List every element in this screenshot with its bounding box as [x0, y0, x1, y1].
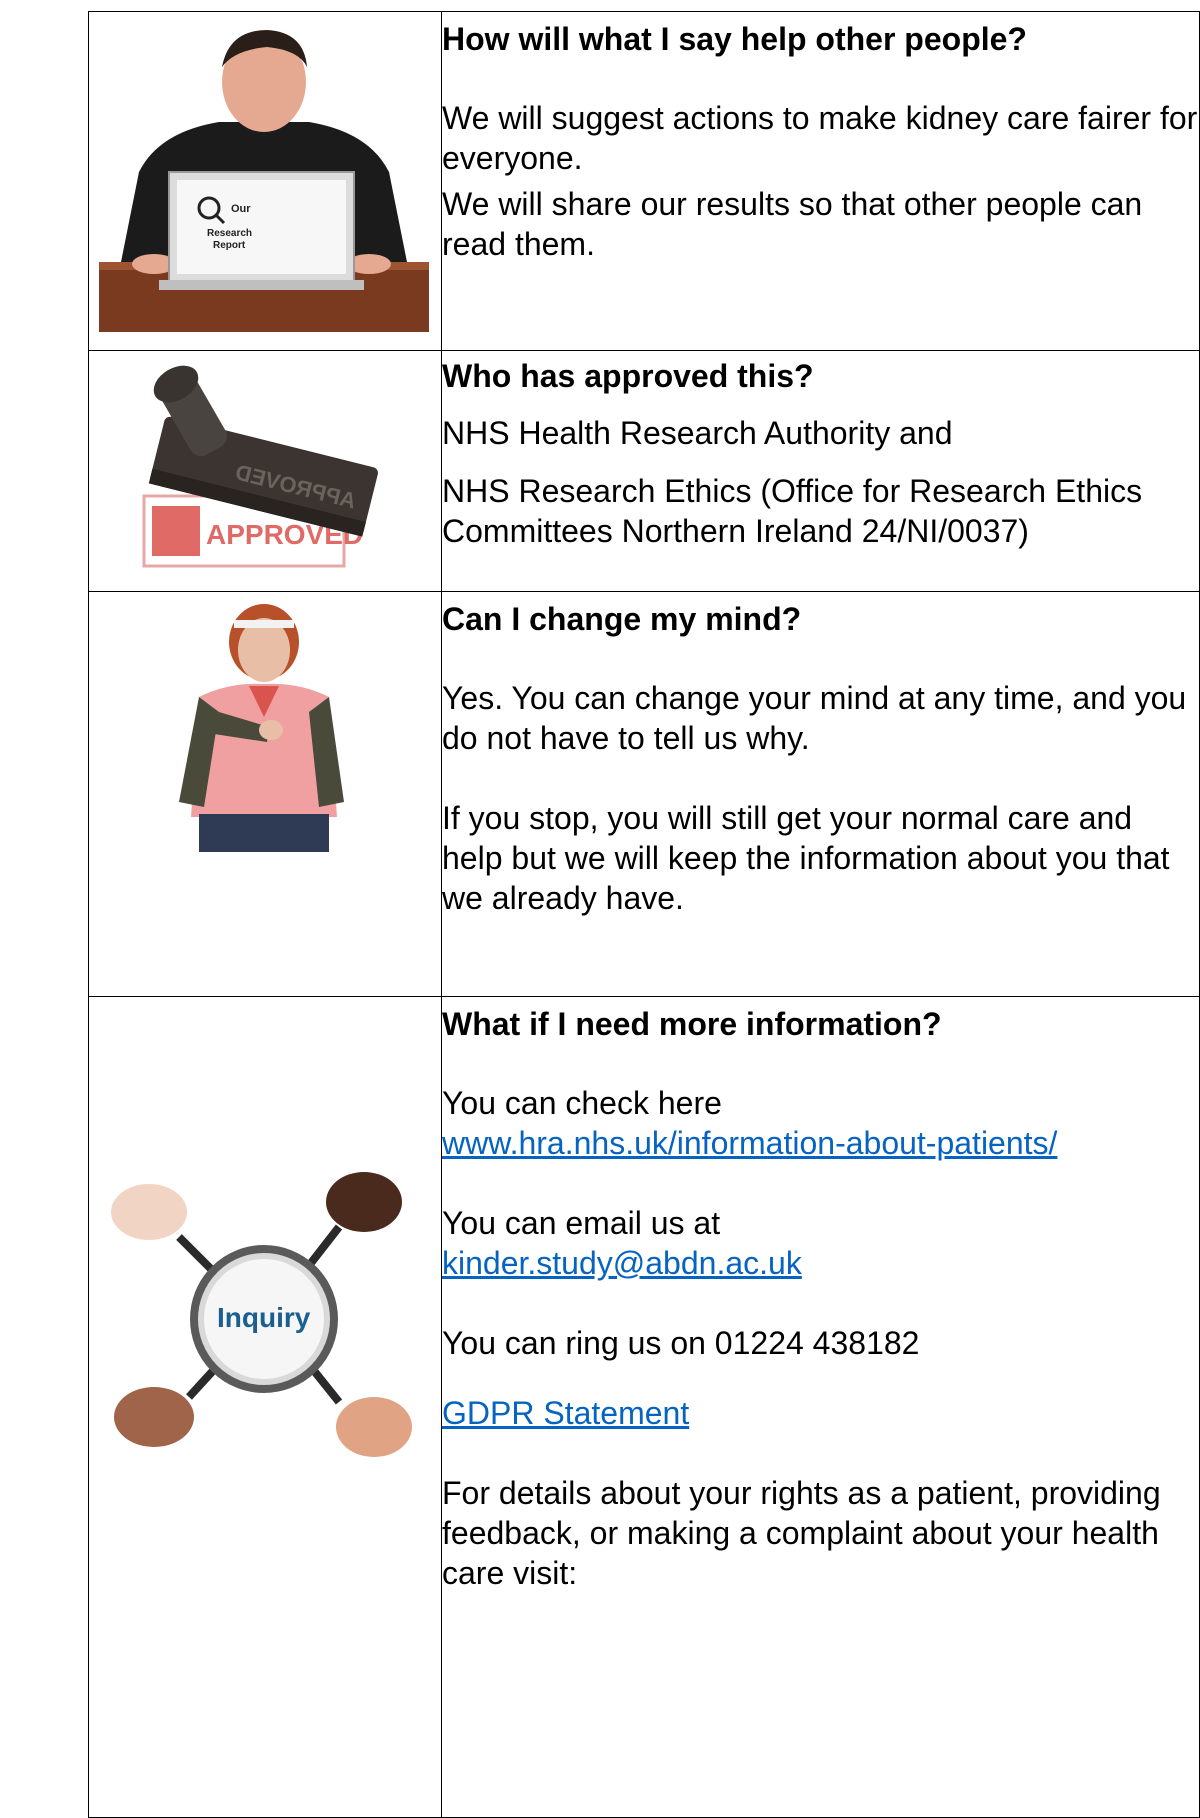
check-link-paragraph: www.hra.nhs.uk/information-about-patient… — [442, 1123, 1199, 1163]
paragraph: We will suggest actions to make kidney c… — [442, 100, 1198, 176]
table-row: Can I change my mind? Yes. You can chang… — [88, 591, 1200, 997]
text-cell: Can I change my mind? Yes. You can chang… — [441, 591, 1200, 997]
image-cell: Inquiry — [88, 996, 442, 1818]
table-row: Our Research Report How will what I say … — [88, 11, 1200, 351]
text-cell: How will what I say help other people? W… — [441, 11, 1200, 351]
paragraph: NHS Research Ethics (Office for Research… — [442, 473, 1143, 549]
laptop-line3-text: Report — [213, 240, 246, 251]
section-heading: How will what I say help other people? — [442, 21, 1027, 57]
check-text: You can check here — [442, 1085, 722, 1121]
email-link-paragraph: kinder.study@abdn.ac.uk — [442, 1243, 1199, 1283]
gdpr-link[interactable]: GDPR Statement — [442, 1395, 689, 1431]
laptop-title-text: Our — [231, 203, 251, 215]
man-with-laptop-image: Our Research Report — [99, 30, 429, 332]
image-cell: Our Research Report — [88, 11, 442, 351]
paragraph: We will share our results so that other … — [442, 186, 1143, 262]
email-text: You can email us at — [442, 1205, 721, 1241]
paragraph: If you stop, you will still get your nor… — [442, 800, 1170, 916]
section-heading: What if I need more information? — [442, 1006, 942, 1042]
text-cell: What if I need more information? You can… — [441, 996, 1200, 1818]
paragraph: Yes. You can change your mind at any tim… — [442, 680, 1187, 756]
image-cell: APPROVED APPROVED — [88, 350, 442, 592]
gdpr-paragraph: GDPR Statement — [442, 1393, 1199, 1433]
phone-text: You can ring us on 01224 438182 — [442, 1325, 920, 1361]
woman-pointing-image — [179, 604, 344, 852]
section-heading: Can I change my mind? — [442, 601, 802, 637]
details-text: For details about your rights as a patie… — [442, 1475, 1161, 1591]
info-table: Our Research Report How will what I say … — [88, 11, 1200, 1818]
hra-link[interactable]: www.hra.nhs.uk/information-about-patient… — [442, 1125, 1057, 1161]
email-link[interactable]: kinder.study@abdn.ac.uk — [442, 1245, 802, 1281]
approved-stamp-image: APPROVED APPROVED — [142, 365, 378, 568]
text-cell: Who has approved this? NHS Health Resear… — [441, 350, 1200, 592]
laptop-line2-text: Research — [207, 228, 252, 239]
lens-text: Inquiry — [217, 1302, 311, 1333]
magnifier-inquiry-image: Inquiry — [111, 1172, 412, 1457]
section-heading: Who has approved this? — [442, 358, 814, 394]
table-row: APPROVED APPROVED Who has approved this?… — [88, 350, 1200, 592]
document-page: Our Research Report How will what I say … — [0, 0, 1200, 1818]
image-cell — [88, 591, 442, 997]
table-row: Inquiry What if I need more information?… — [88, 996, 1200, 1818]
paragraph: NHS Health Research Authority and — [442, 415, 953, 451]
